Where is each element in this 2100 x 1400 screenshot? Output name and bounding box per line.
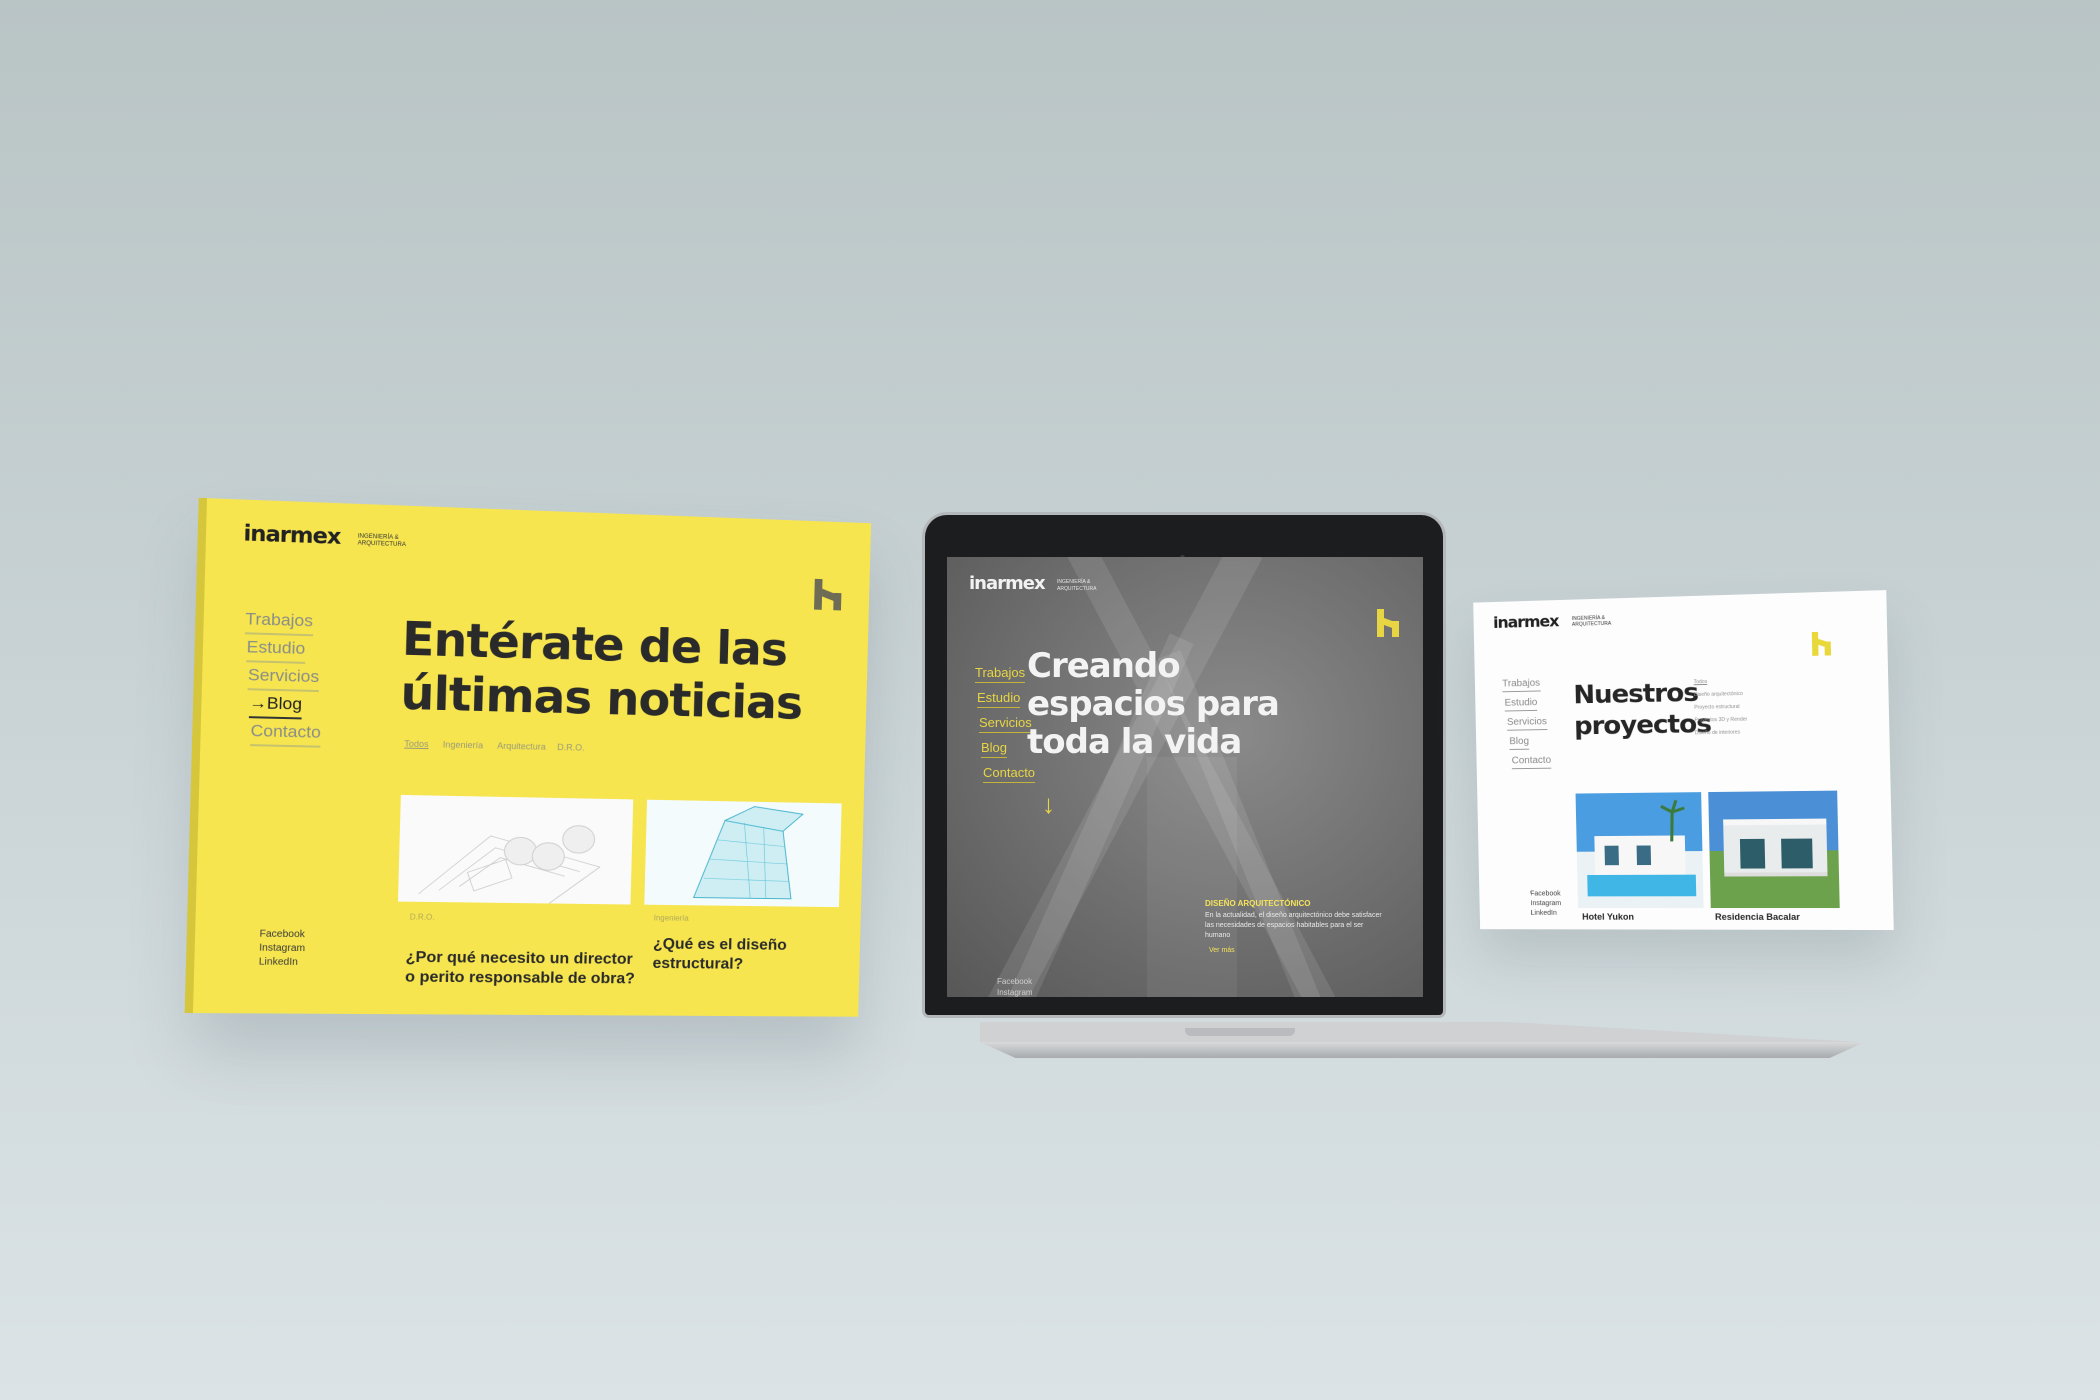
nav-estudio[interactable]: Estudio	[977, 690, 1021, 708]
social-instagram[interactable]: Instagram	[259, 943, 305, 954]
scroll-down-arrow-icon[interactable]: ↓	[1042, 789, 1055, 820]
brand-mark-icon	[1811, 631, 1832, 656]
brand-logo[interactable]: inarmex	[1493, 612, 1559, 632]
nav-servicios[interactable]: Servicios	[247, 665, 320, 693]
brand-tagline: INGENIERÍA & ARQUITECTURA	[1057, 579, 1096, 593]
nav-servicios[interactable]: Servicios	[979, 715, 1032, 733]
nav-trabajos[interactable]: Trabajos	[1502, 677, 1541, 693]
tagline-line-2: ARQUITECTURA	[1571, 620, 1612, 628]
tagline-line-2: ARQUITECTURA	[1057, 586, 1097, 592]
project-image-residencia-bacalar[interactable]	[1708, 790, 1840, 909]
filter-diseno-arquitectonico[interactable]: Diseño arquitectónico	[1694, 691, 1743, 698]
filter-ingenieria[interactable]: Ingeniería	[443, 740, 484, 751]
filter-proyecto-estructural[interactable]: Proyecto estructural	[1694, 704, 1739, 711]
project-name[interactable]: Hotel Yukon	[1582, 912, 1634, 922]
filter-arquitectura[interactable]: Arquitectura	[497, 741, 546, 752]
nav-estudio[interactable]: Estudio	[1504, 697, 1538, 712]
article-title[interactable]: ¿Qué es el diseño estructural?	[652, 935, 860, 976]
brand-mark-icon	[814, 578, 842, 611]
nav-servicios[interactable]: Servicios	[1506, 716, 1548, 731]
article-title[interactable]: ¿Por qué necesito un director o perito r…	[405, 948, 636, 989]
tagline-line-2: ARQUITECTURA	[357, 540, 406, 549]
brand-mark-icon	[1377, 609, 1399, 637]
page-title-line-2: últimas noticias	[399, 666, 803, 731]
section-heading: DISEÑO ARQUITECTÓNICO	[1205, 899, 1311, 908]
projects-page-panel: inarmex INGENIERÍA & ARQUITECTURA Trabaj…	[1473, 590, 1894, 931]
article-title-line-2: o perito responsable de obra?	[404, 968, 636, 988]
filter-todos[interactable]: Todos	[404, 739, 429, 749]
nav-contacto[interactable]: Contacto	[983, 765, 1036, 783]
hero-title: Creando espacios para toda la vida	[1027, 646, 1280, 762]
filter-dro[interactable]: D.R.O.	[557, 742, 585, 752]
nav-trabajos[interactable]: Trabajos	[244, 609, 314, 637]
social-facebook[interactable]: Facebook	[259, 929, 305, 940]
laptop-display: inarmex INGENIERÍA & ARQUITECTURA Trabaj…	[925, 515, 1443, 1015]
brand-logo[interactable]: inarmex	[969, 573, 1046, 594]
article-image-blueprints[interactable]	[397, 794, 634, 905]
hero-title-line-1: Creando	[1027, 646, 1181, 686]
social-facebook[interactable]: Facebook	[1530, 891, 1560, 898]
social-facebook[interactable]: Facebook	[997, 977, 1032, 986]
article-category[interactable]: Ingeniería	[654, 914, 689, 923]
project-image-hotel-yukon[interactable]	[1575, 792, 1704, 909]
article-title-line-1: ¿Por qué necesito un director	[405, 949, 633, 968]
tagline-line-1: INGENIERÍA &	[1057, 579, 1091, 585]
section-body: En la actualidad, el diseño arquitectóni…	[1205, 912, 1382, 939]
brand-logo[interactable]: inarmex	[243, 522, 341, 550]
social-linkedin[interactable]: LinkedIn	[1531, 910, 1557, 917]
project-name[interactable]: Residencia Bacalar	[1715, 912, 1800, 922]
social-instagram[interactable]: Instagram	[997, 988, 1033, 997]
nav-contacto[interactable]: Contacto	[1511, 755, 1552, 770]
article-category[interactable]: D.R.O.	[410, 913, 435, 922]
page-title: Nuestros proyectos	[1573, 677, 1711, 742]
social-instagram[interactable]: Instagram	[1530, 900, 1561, 907]
social-linkedin[interactable]: LinkedIn	[259, 957, 298, 968]
article-image-structure[interactable]	[644, 799, 842, 908]
nav-estudio[interactable]: Estudio	[246, 637, 306, 664]
hero-title-line-3: toda la vida	[1027, 722, 1242, 762]
home-page-screen: inarmex INGENIERÍA & ARQUITECTURA Trabaj…	[947, 557, 1423, 997]
brand-tagline: INGENIERÍA & ARQUITECTURA	[358, 534, 407, 550]
nav-blog[interactable]: →Blog	[248, 693, 303, 720]
page-title-line-2: proyectos	[1573, 709, 1712, 742]
filter-diseno-interiores[interactable]: Diseño de interiores	[1695, 730, 1740, 737]
page-title-line-1: Nuestros	[1573, 678, 1699, 711]
nav-contacto[interactable]: Contacto	[250, 721, 322, 748]
nav-blog[interactable]: Blog	[1509, 736, 1530, 750]
laptop-base	[980, 1022, 1880, 1082]
brand-tagline: INGENIERÍA & ARQUITECTURA	[1572, 615, 1612, 628]
laptop-hinge-notch	[1185, 1028, 1295, 1036]
blog-page-panel: inarmex INGENIERÍA & ARQUITECTURA Trabaj…	[192, 498, 872, 1017]
page-title: Entérate de las últimas noticias	[400, 612, 804, 730]
see-more-link[interactable]: Ver más	[1209, 947, 1235, 954]
hero-title-line-2: espacios para	[1027, 684, 1280, 724]
mockup-stage: inarmex INGENIERÍA & ARQUITECTURA Trabaj…	[0, 0, 2100, 1400]
nav-blog[interactable]: Blog	[981, 740, 1008, 758]
nav-trabajos[interactable]: Trabajos	[975, 665, 1026, 683]
filter-proyectos-3d[interactable]: Proyectos 3D y Render	[1694, 717, 1747, 724]
filter-todos[interactable]: Todos	[1694, 679, 1708, 685]
